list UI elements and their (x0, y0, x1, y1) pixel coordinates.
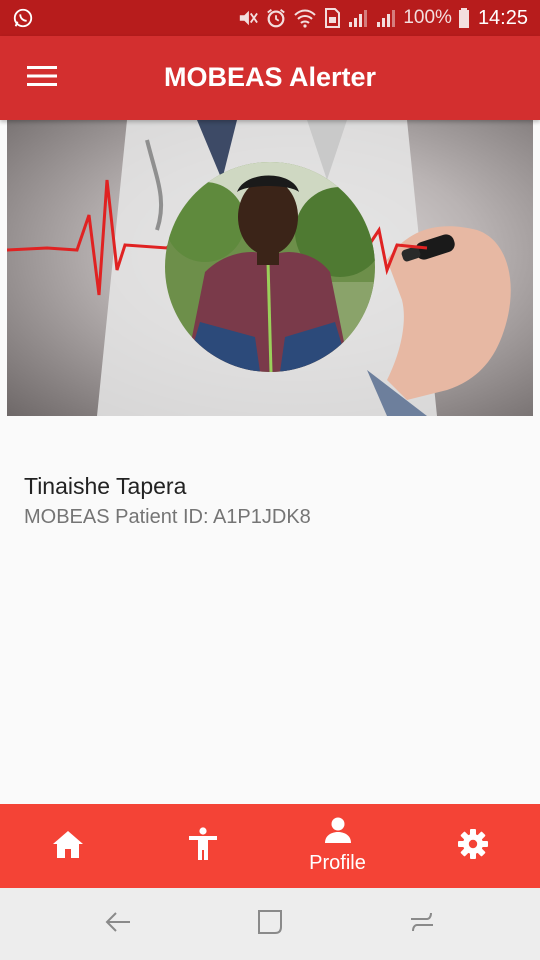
sim-icon (323, 7, 341, 29)
nav-item-accessibility[interactable] (135, 804, 270, 888)
app-bar: MOBEAS Alerter (0, 36, 540, 120)
nav-item-settings[interactable] (405, 804, 540, 888)
patient-id: MOBEAS Patient ID: A1P1JDK8 (24, 506, 311, 528)
overview-button[interactable] (402, 908, 442, 940)
home-system-button[interactable] (250, 908, 290, 940)
avatar-photo (165, 162, 375, 372)
home-icon (52, 829, 84, 864)
profile-avatar[interactable] (165, 162, 375, 372)
app-title: MOBEAS Alerter (163, 62, 377, 92)
patient-name: Tinaishe Tapera (24, 473, 187, 499)
bottom-navigation: Profile (0, 804, 540, 888)
back-button[interactable] (98, 908, 138, 940)
status-left (12, 7, 34, 29)
status-right: 100% 14:25 (237, 7, 528, 30)
profile-info: Tinaishe Tapera MOBEAS Patient ID: A1P1J… (24, 470, 514, 532)
signal-icon (347, 8, 369, 28)
accessibility-icon (188, 826, 218, 866)
whatsapp-icon (12, 7, 34, 29)
person-icon (324, 817, 352, 848)
mute-icon (237, 8, 259, 28)
battery-percentage: 100% (403, 7, 452, 28)
nav-item-profile[interactable]: Profile (270, 804, 405, 888)
nav-label-profile: Profile (309, 852, 366, 874)
settings-icon (457, 828, 489, 865)
signal-icon (375, 8, 397, 28)
overview-icon (409, 910, 435, 939)
wifi-icon (293, 7, 317, 29)
nav-item-home[interactable] (0, 804, 135, 888)
status-time: 14:25 (477, 6, 528, 29)
back-icon (104, 910, 132, 939)
status-bar: 100% 14:25 (0, 0, 540, 36)
system-navigation-bar (0, 888, 540, 960)
recents-icon (257, 909, 283, 940)
alarm-icon (265, 7, 287, 29)
battery-icon (458, 7, 470, 29)
profile-header-image (7, 120, 533, 416)
